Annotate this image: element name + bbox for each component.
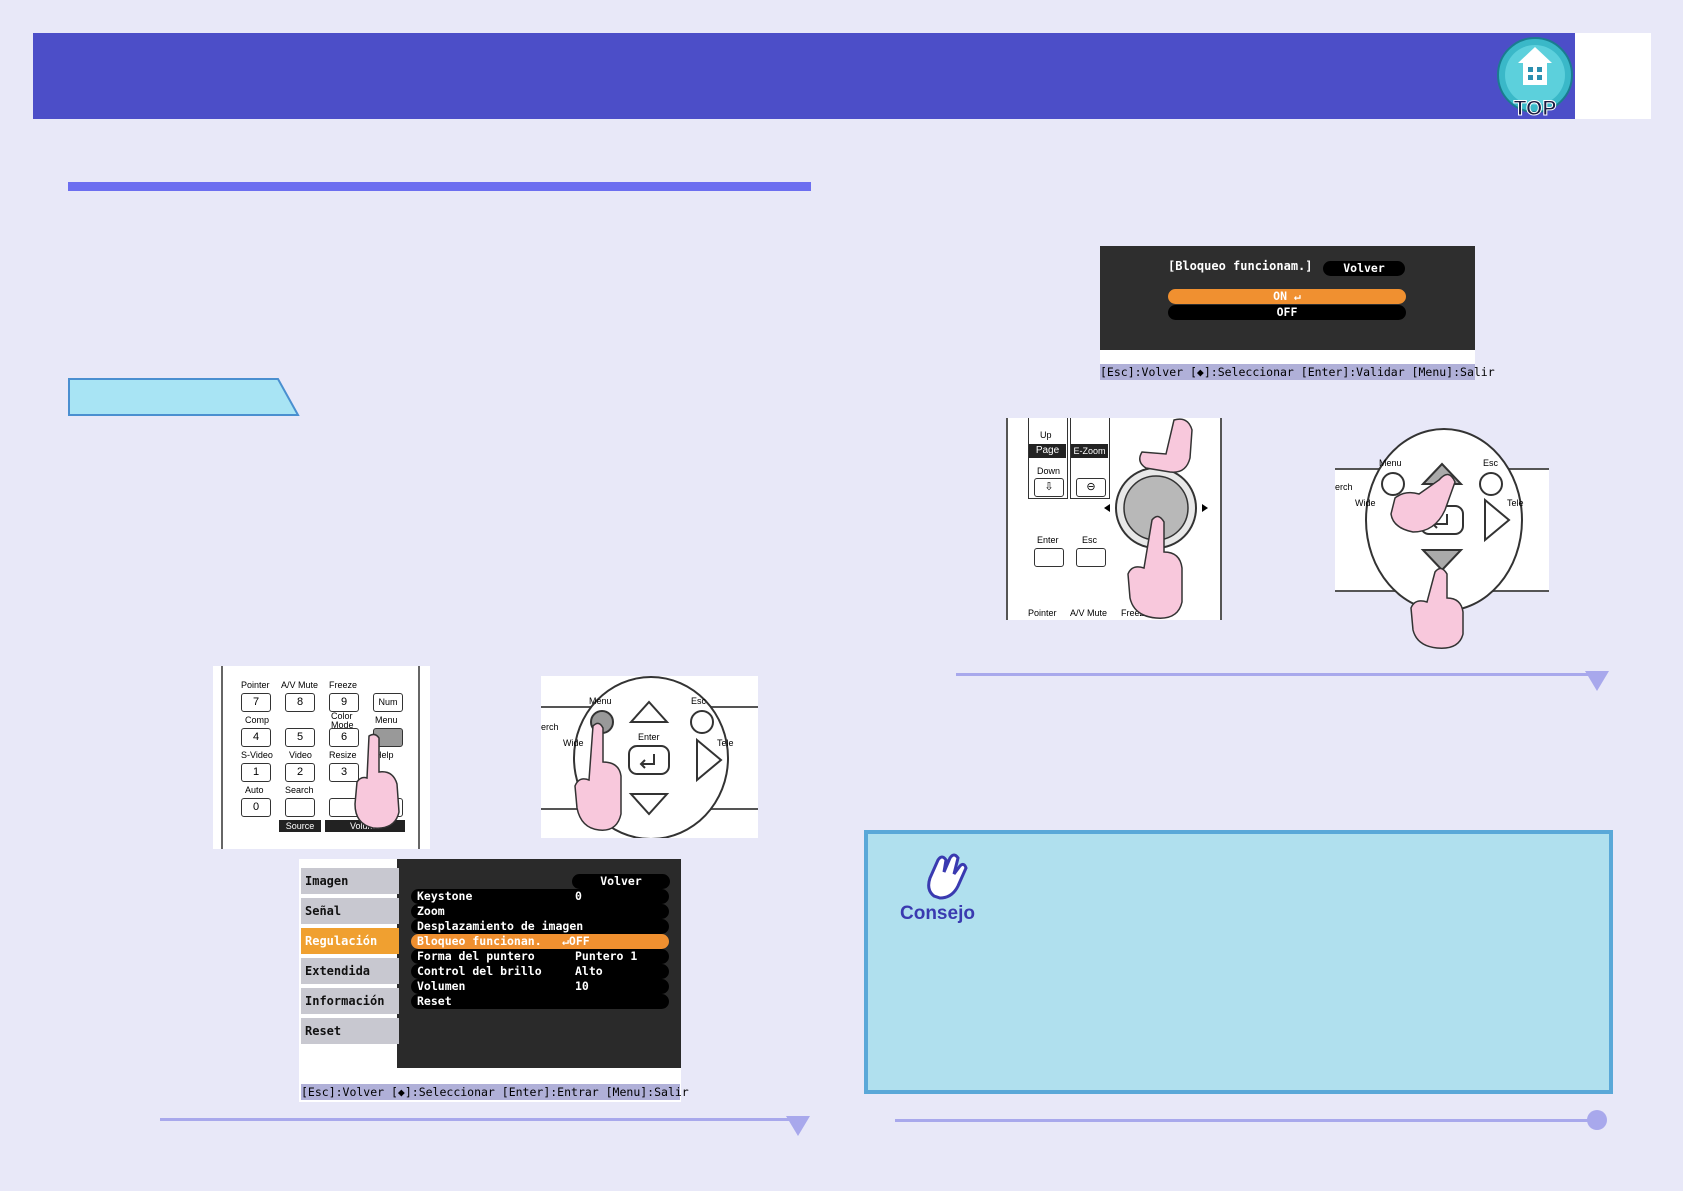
tip-label: Consejo [900, 903, 975, 924]
remote-label-search: Search [285, 785, 314, 795]
remote-label-menu: Menu [375, 715, 398, 725]
key-4[interactable]: 4 [241, 728, 271, 747]
end-circle-icon [1587, 1110, 1607, 1130]
top-button-label: TOP [1514, 97, 1557, 119]
volver-button[interactable]: Volver [1323, 261, 1405, 276]
menu-row-label: Zoom [417, 904, 445, 918]
key-8[interactable]: 8 [285, 693, 315, 712]
remote-label-s-video: S-Video [241, 750, 273, 760]
right-arrow-button[interactable] [696, 737, 723, 783]
submenu-status-bar: [Esc]:Volver [◆]:Seleccionar [Enter]:Val… [1100, 364, 1495, 380]
step-end-rule [160, 1118, 798, 1121]
menu-row-selected[interactable]: Bloqueo funcionan. ↵OFF [411, 934, 669, 949]
menu-row[interactable]: Forma del puntero Puntero 1 [411, 949, 669, 964]
num-key[interactable]: Num [373, 693, 403, 712]
menu-row[interactable]: Volumen 10 [411, 979, 669, 994]
down-triangle-icon [786, 1116, 810, 1136]
option-on[interactable]: ON ↵ [1168, 289, 1406, 304]
menu-button[interactable] [1381, 472, 1405, 496]
menu-row[interactable]: Desplazamiento de imagen [411, 919, 669, 934]
down-arrow-button-pressed[interactable] [1420, 549, 1464, 572]
remote-label-auto: Auto [245, 785, 264, 795]
remote-label-pointer: Pointer [241, 680, 270, 690]
menu-row-value: ↵OFF [562, 934, 590, 948]
right-arrow-button[interactable] [1484, 497, 1511, 543]
menu-tab-extendida[interactable]: Extendida [301, 958, 399, 984]
menu-row-label: Volumen [417, 979, 466, 993]
menu-row-value: 0 [575, 889, 582, 903]
menu-tab-regulacion[interactable]: Regulación [301, 928, 399, 954]
section-heading-rule [68, 182, 811, 191]
option-off[interactable]: OFF [1168, 305, 1406, 320]
menu-tab-reset[interactable]: Reset [301, 1018, 399, 1044]
menu-row-label: Desplazamiento de imagen [417, 919, 584, 933]
remote-control-select-illustration: Up Page E-Zoom Down ⇩ ⊖ Enter Esc Pointe… [1006, 418, 1222, 620]
menu-row-value: Alto [575, 964, 603, 978]
page-header-bar [33, 33, 1651, 119]
menu-row[interactable]: Control del brillo Alto [411, 964, 669, 979]
menu-row-value: Puntero 1 [575, 949, 638, 963]
pressing-finger-icon [354, 733, 400, 829]
remote-control-menu-illustration: Pointer A/V Mute Freeze 7 8 9 Num Comp C… [213, 666, 430, 849]
menu-row-value: 10 [575, 979, 589, 993]
key-0[interactable]: 0 [241, 798, 271, 817]
key-5[interactable]: 5 [285, 728, 315, 747]
esc-button[interactable] [690, 710, 714, 734]
menu-row[interactable]: Zoom [411, 904, 669, 919]
pressing-finger-icon [1410, 567, 1464, 649]
remote-label-freeze: Freeze [329, 680, 358, 690]
key-2[interactable]: 2 [285, 763, 315, 782]
menu-row[interactable]: Reset [411, 994, 669, 1009]
section-end-rule [895, 1119, 1595, 1122]
menu-tab-senal[interactable]: Señal [301, 898, 399, 924]
pressing-finger-icon [574, 722, 622, 831]
esc-button[interactable] [1479, 472, 1503, 496]
search-key[interactable] [285, 798, 315, 817]
menu-row-label: Keystone [417, 889, 473, 903]
pointing-hand-icon [927, 853, 968, 900]
volver-button[interactable]: Volver [572, 874, 670, 889]
key-1[interactable]: 1 [241, 763, 271, 782]
pressing-finger-icon [1139, 418, 1193, 473]
page-number-tab [1575, 33, 1651, 119]
control-panel-select-illustration: erch Menu Esc Wide Tele nter [1335, 428, 1549, 650]
submenu-title: [Bloqueo funcionam.] [1168, 259, 1313, 273]
top-button[interactable]: TOP [1494, 37, 1576, 121]
control-panel-menu-illustration: erch Menu Esc Enter Wide Tele [541, 676, 758, 838]
remote-label-video: Video [289, 750, 312, 760]
down-triangle-icon [1585, 671, 1609, 691]
menu-row-label: Forma del puntero [417, 949, 535, 963]
step-end-rule [956, 673, 1606, 676]
menu-row[interactable]: Keystone 0 [411, 889, 669, 904]
tip-box [864, 830, 1613, 1094]
down-arrow-button[interactable] [628, 793, 670, 816]
key-9[interactable]: 9 [329, 693, 359, 712]
key-7[interactable]: 7 [241, 693, 271, 712]
enter-button[interactable] [628, 745, 670, 775]
procedure-tag [68, 378, 300, 416]
remote-label-av-mute: A/V Mute [281, 680, 319, 690]
menu-tab-informacion[interactable]: Información [301, 988, 399, 1014]
menu-tab-imagen[interactable]: Imagen [301, 868, 399, 894]
menu-status-bar: [Esc]:Volver [◆]:Seleccionar [Enter]:Ent… [301, 1084, 689, 1100]
menu-row-label: Bloqueo funcionan. [417, 934, 542, 948]
source-label: Source [279, 820, 321, 832]
up-arrow-button[interactable] [628, 700, 670, 723]
remote-label-comp: Comp [245, 715, 270, 725]
menu-row-label: Reset [417, 994, 452, 1008]
menu-row-label: Control del brillo [417, 964, 542, 978]
